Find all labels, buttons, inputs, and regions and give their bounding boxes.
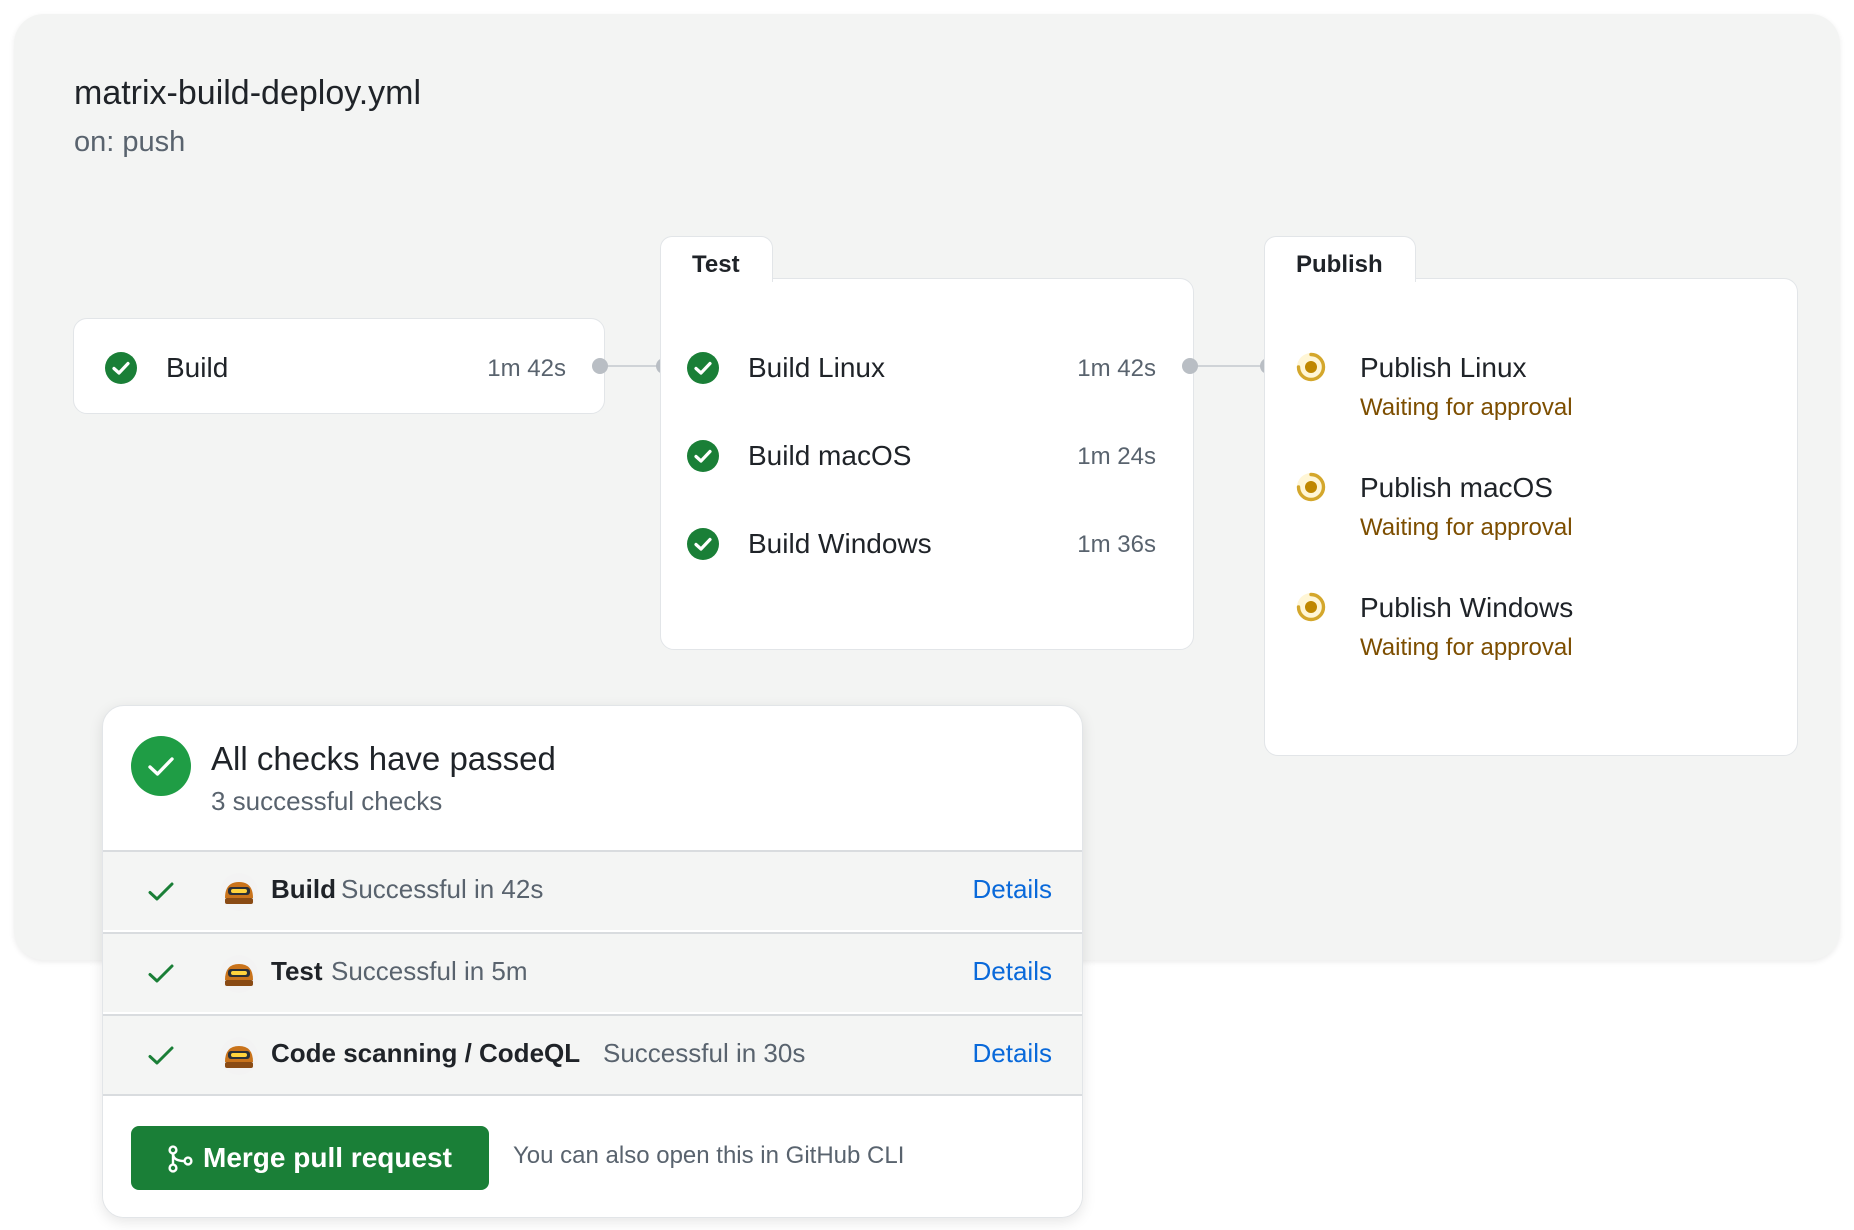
- tab-join: [661, 276, 772, 284]
- job-row-build[interactable]: Build 1m 42s: [74, 341, 604, 401]
- job-row-publish-windows[interactable]: Publish Windows Waiting for approval: [1264, 576, 1798, 661]
- job-status: Waiting for approval: [1360, 634, 1573, 661]
- job-row-publish-linux[interactable]: Publish Linux Waiting for approval: [1264, 336, 1798, 421]
- checks-title: All checks have passed: [211, 740, 556, 777]
- job-name: Publish Linux: [1360, 352, 1527, 383]
- pending-icon: [1296, 592, 1326, 622]
- check-row-test: Test Successful in 5m Details: [103, 932, 1082, 1012]
- details-link[interactable]: Details: [973, 874, 1052, 905]
- job-name: Build Linux: [748, 352, 885, 383]
- connector-dot: [592, 358, 608, 374]
- check-name: Test: [271, 956, 323, 986]
- cli-hint: You can also open this in GitHub CLI: [513, 1142, 905, 1169]
- job-duration: 1m 42s: [1077, 355, 1156, 382]
- check-icon: [148, 882, 174, 901]
- job-name: Build: [166, 352, 229, 383]
- check-circle-icon: [687, 528, 719, 560]
- check-row-codeql: Code scanning / CodeQL Successful in 30s…: [103, 1014, 1082, 1094]
- details-link[interactable]: Details: [973, 956, 1052, 987]
- connector-line: [600, 365, 660, 367]
- check-circle-icon: [687, 352, 719, 384]
- workflow-trigger: on: push: [74, 126, 186, 158]
- check-description: Successful in 30s: [603, 1038, 806, 1068]
- checks-subtitle: 3 successful checks: [211, 786, 443, 816]
- check-name: Build: [271, 874, 336, 904]
- pending-icon: [1296, 352, 1326, 382]
- job-duration: 1m 36s: [1077, 531, 1156, 558]
- pending-icon: [1296, 472, 1326, 502]
- merge-button-label: Merge pull request: [203, 1142, 452, 1173]
- job-row-build-macos[interactable]: Build macOS 1m 24s: [660, 428, 1194, 488]
- job-row-publish-macos[interactable]: Publish macOS Waiting for approval: [1264, 456, 1798, 541]
- job-name: Publish Windows: [1360, 592, 1574, 623]
- workflow-title: matrix-build-deploy.yml: [74, 74, 422, 112]
- check-circle-icon: [105, 352, 137, 384]
- check-row-build: Build Successful in 42s Details: [103, 850, 1082, 930]
- checks-panel: All checks have passed 3 successful chec…: [102, 705, 1083, 1218]
- check-icon: [148, 1046, 174, 1065]
- tab-join: [1265, 276, 1411, 284]
- job-row-build-linux[interactable]: Build Linux 1m 42s: [660, 340, 1194, 400]
- job-duration: 1m 42s: [487, 355, 566, 382]
- check-circle-icon: [687, 440, 719, 472]
- job-name: Publish macOS: [1360, 472, 1553, 503]
- job-name: Build macOS: [748, 440, 912, 471]
- check-description: Successful in 42s: [341, 874, 544, 904]
- checks-footer: Merge pull request You can also open thi…: [103, 1094, 1082, 1217]
- octocat-avatar-icon: [220, 1037, 258, 1075]
- job-name: Build Windows: [748, 528, 932, 559]
- checks-header: All checks have passed 3 successful chec…: [103, 706, 1082, 850]
- job-card-build[interactable]: Build 1m 42s: [73, 318, 605, 414]
- job-duration: 1m 24s: [1077, 443, 1156, 470]
- octocat-avatar-icon: [220, 873, 258, 911]
- check-name: Code scanning / CodeQL: [271, 1038, 581, 1068]
- check-description: Successful in 5m: [331, 956, 528, 986]
- job-status: Waiting for approval: [1360, 394, 1573, 421]
- merge-pull-request-button[interactable]: Merge pull request: [131, 1126, 489, 1190]
- job-row-build-windows[interactable]: Build Windows 1m 36s: [660, 516, 1194, 576]
- job-status: Waiting for approval: [1360, 514, 1573, 541]
- git-merge-icon: [168, 1145, 193, 1173]
- connector-dot: [1182, 358, 1198, 374]
- check-circle-icon: [131, 736, 191, 796]
- details-link[interactable]: Details: [973, 1038, 1052, 1069]
- check-icon: [148, 964, 174, 983]
- octocat-avatar-icon: [220, 955, 258, 993]
